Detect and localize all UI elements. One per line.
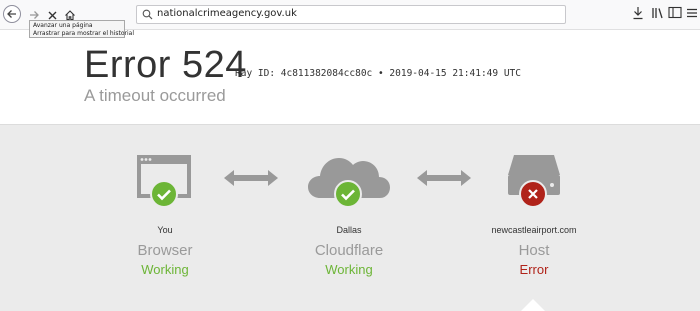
menu-button[interactable] bbox=[686, 6, 698, 24]
node-name: Host bbox=[518, 242, 550, 259]
node-location: newcastleairport.com bbox=[491, 225, 577, 235]
url-bar[interactable]: nationalcrimeagency.gov.uk bbox=[136, 5, 566, 24]
node-name: Cloudflare bbox=[314, 242, 384, 259]
node-name: Browser bbox=[137, 242, 193, 259]
search-icon bbox=[142, 9, 153, 20]
tooltip-line-2: Arrastrar para mostrar el historial bbox=[33, 30, 135, 37]
download-icon bbox=[633, 7, 643, 20]
node-status: Error bbox=[519, 262, 549, 277]
download-button[interactable] bbox=[632, 6, 644, 25]
x-icon bbox=[519, 180, 547, 208]
sidebar-button[interactable] bbox=[668, 6, 682, 24]
error-subtitle: A timeout occurred bbox=[84, 86, 226, 105]
back-icon bbox=[7, 10, 16, 18]
check-icon bbox=[150, 180, 178, 208]
sidebar-icon bbox=[668, 6, 682, 19]
node-status: Working bbox=[141, 262, 189, 277]
url-text: nationalcrimeagency.gov.uk bbox=[157, 8, 297, 19]
library-button[interactable] bbox=[651, 6, 665, 25]
panel-pointer bbox=[521, 299, 545, 311]
node-location: Dallas bbox=[336, 225, 362, 235]
menu-icon bbox=[687, 8, 697, 18]
library-icon bbox=[652, 8, 663, 19]
stop-icon bbox=[48, 11, 56, 19]
tooltip-line-1: Avanzar una página bbox=[33, 22, 93, 29]
error-title: Error 524 bbox=[84, 44, 247, 86]
node-status: Working bbox=[325, 262, 373, 277]
double-arrow-icon bbox=[224, 170, 278, 186]
check-icon bbox=[334, 180, 362, 208]
back-button[interactable] bbox=[3, 5, 21, 23]
double-arrow-icon bbox=[417, 170, 471, 186]
forward-tooltip: Avanzar una página Arrastrar para mostra… bbox=[29, 20, 135, 38]
ray-id: Ray ID: 4c811382084cc80c • 2019-04-15 21… bbox=[235, 68, 521, 79]
node-location: You bbox=[157, 225, 173, 235]
